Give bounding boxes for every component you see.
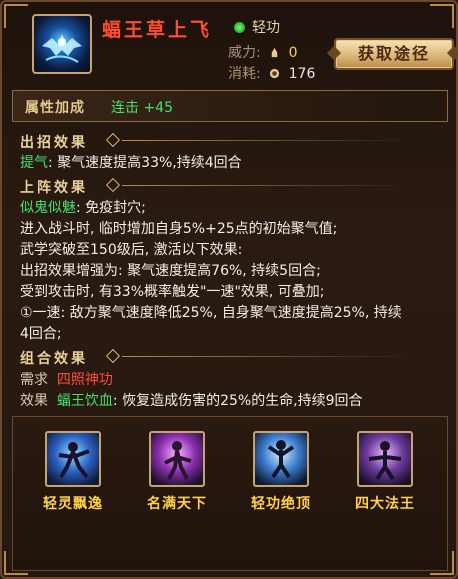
skill-name: 蝠王草上飞 (102, 19, 213, 41)
type-gem-icon (234, 22, 245, 33)
frame-corner (430, 4, 454, 28)
equip-line: 4回合; (20, 326, 62, 342)
move-item[interactable]: 轻灵飘逸 (33, 431, 113, 513)
combo-title: 组合效果 (20, 348, 412, 368)
combo-moves-area: 轻灵飘逸 名满天下 轻功绝顶 四大法王 (12, 416, 448, 571)
obtain-source-button[interactable]: 获取途径 (334, 38, 454, 70)
attribute-bonus-label: 属性加成 (25, 100, 85, 116)
on-equip-title: 上阵效果 (20, 177, 412, 197)
move-item[interactable]: 轻功绝顶 (241, 431, 321, 513)
equip-line: 武学突破至150级后, 激活以下效果: (20, 242, 243, 258)
move-name: 名满天下 (147, 496, 207, 512)
move-name: 轻灵飘逸 (43, 496, 103, 512)
power-icon (271, 47, 278, 58)
skill-detail-panel: 蝠王草上飞 轻功 威力: 0 消耗: 176 获取途径 属性加成 连击 +45 … (0, 0, 458, 579)
figure-violet-icon (357, 431, 413, 487)
on-cast-title: 出招效果 (20, 132, 412, 152)
attribute-bonus-value: 连击 +45 (111, 100, 173, 116)
on-cast-effect: 提气: 聚气速度提高33%,持续4回合 (20, 155, 242, 171)
equip-line: 出招效果增强为: 聚气速度提高76%, 持续5回合; (20, 263, 321, 279)
move-item[interactable]: 四大法王 (345, 431, 425, 513)
figure-purple-icon (149, 431, 205, 487)
equip-line: 似鬼似魅: 免疫封穴; (20, 200, 146, 216)
equip-line: ①一速: 敌方聚气速度降低25%, 自身聚气速度提高25%, 持续 (20, 305, 402, 321)
cost-stat: 消耗: 176 (228, 66, 316, 82)
combo-effect: 效果 蝠王饮血: 恢复造成伤害的25%的生命,持续9回合 (20, 393, 363, 409)
equip-line: 进入战斗时, 临时增加自身5%+25点的初始聚气值; (20, 221, 338, 237)
figure-blue-icon (45, 431, 101, 487)
power-stat: 威力: 0 (228, 45, 298, 61)
combo-requirement: 需求 四照神功 (20, 372, 113, 388)
equip-line: 受到攻击时, 有33%概率触发"一速"效果, 可叠加; (20, 284, 325, 300)
move-name: 四大法王 (355, 496, 415, 512)
move-name: 轻功绝顶 (251, 496, 311, 512)
background-watermark (404, 122, 444, 432)
attribute-bonus-box: 属性加成 连击 +45 (12, 90, 448, 122)
skill-type: 轻功 (234, 17, 280, 37)
figure-jump-icon (253, 431, 309, 487)
energy-coin-icon (270, 68, 280, 79)
bat-skill-icon (32, 14, 92, 74)
move-item[interactable]: 名满天下 (137, 431, 217, 513)
frame-corner (4, 4, 28, 28)
